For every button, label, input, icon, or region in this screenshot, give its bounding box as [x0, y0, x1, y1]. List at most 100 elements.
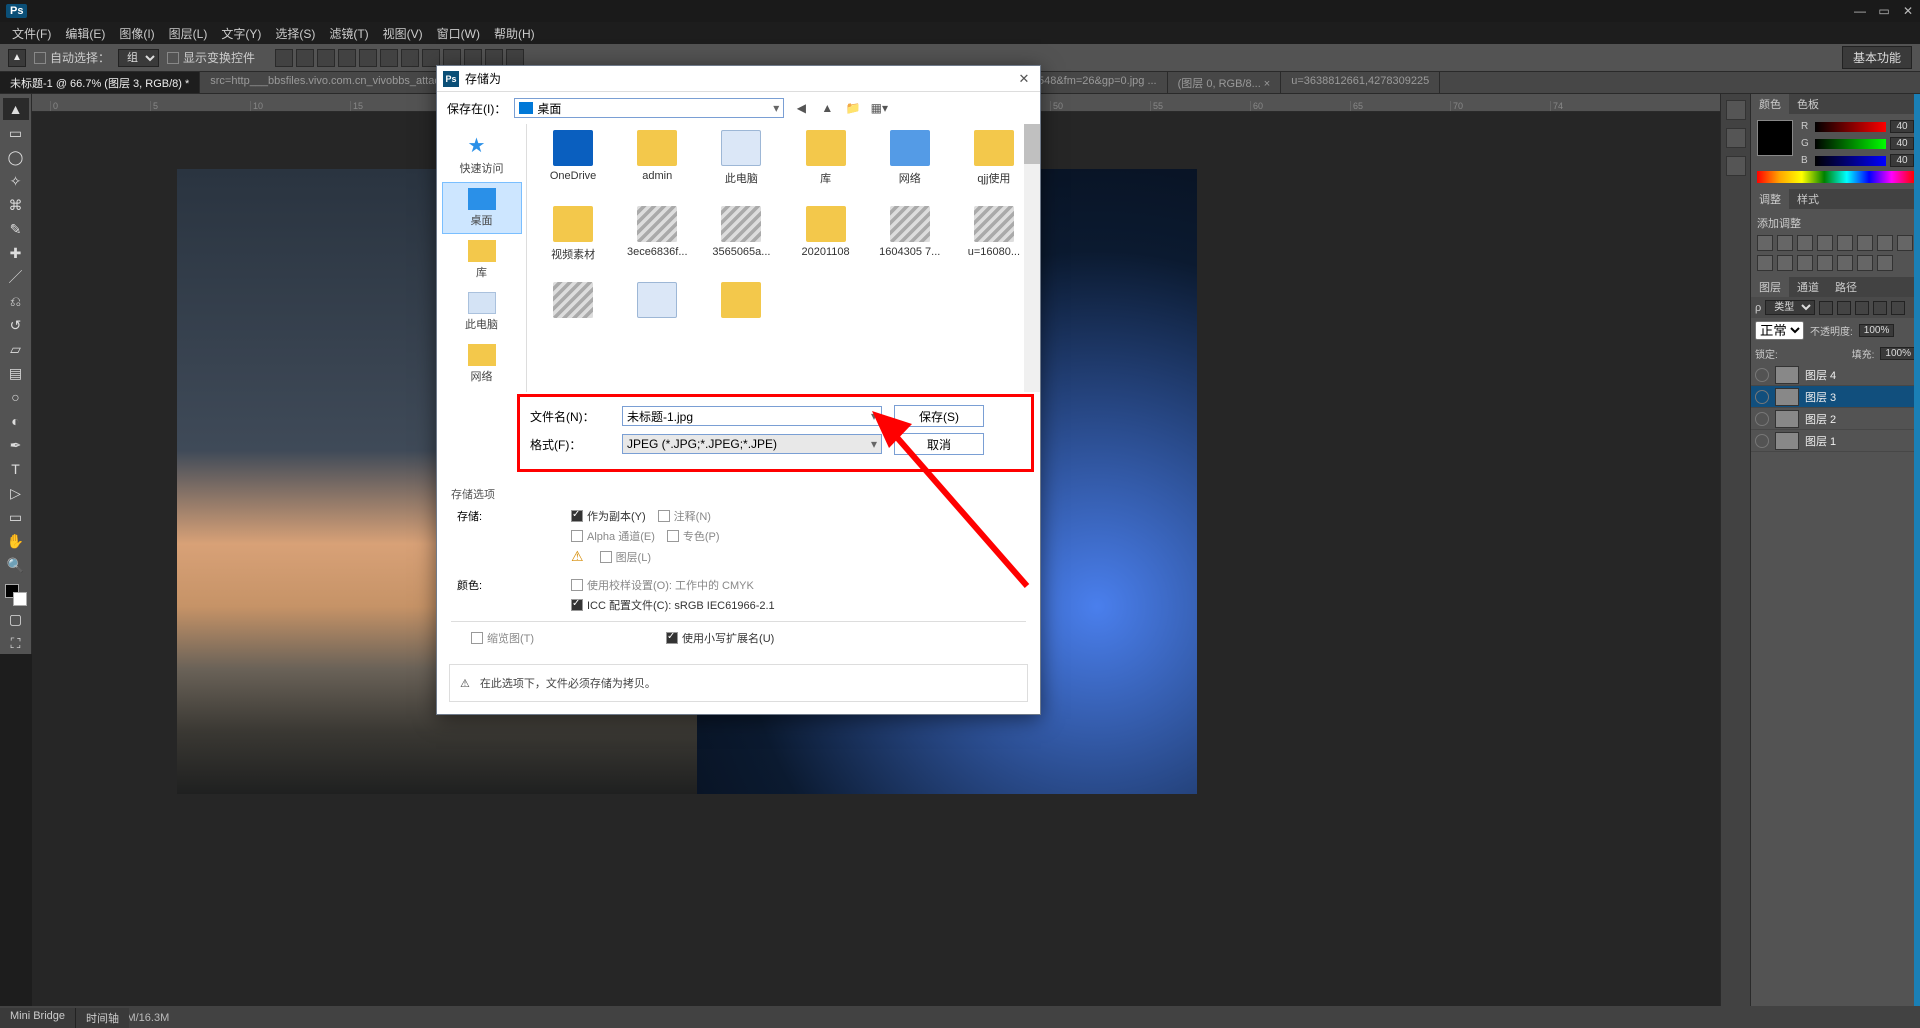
r-value[interactable]: 40	[1890, 120, 1914, 133]
file-item[interactable]: 1604305 7...	[870, 206, 950, 278]
color-swatch[interactable]	[5, 584, 27, 606]
file-item[interactable]: 20201108	[785, 206, 865, 278]
adjust-colorlookup-icon[interactable]	[1777, 255, 1793, 271]
eraser-tool-icon[interactable]: ▱	[3, 338, 29, 360]
place-thispc[interactable]: 此电脑	[442, 286, 522, 338]
history-brush-icon[interactable]: ↺	[3, 314, 29, 336]
zoom-tool-icon[interactable]: 🔍	[3, 554, 29, 576]
dodge-tool-icon[interactable]: ◐	[3, 410, 29, 432]
adjust-brightness-icon[interactable]	[1757, 235, 1773, 251]
layer-row[interactable]: 图层 4	[1751, 364, 1920, 386]
menu-select[interactable]: 选择(S)	[269, 23, 321, 44]
distribute-icon[interactable]	[506, 49, 524, 67]
view-icon[interactable]: ▦▾	[870, 99, 888, 117]
filename-input[interactable]: 未标题-1.jpg▾	[622, 406, 882, 426]
filter-icon[interactable]	[1819, 301, 1833, 315]
pen-tool-icon[interactable]: ✒	[3, 434, 29, 456]
menu-layer[interactable]: 图层(L)	[163, 23, 214, 44]
place-network[interactable]: 网络	[442, 338, 522, 390]
icc-checkbox[interactable]: ICC 配置文件(C): sRGB IEC61966-2.1	[571, 597, 775, 613]
shape-tool-icon[interactable]: ▭	[3, 506, 29, 528]
format-select[interactable]: JPEG (*.JPG;*.JPEG;*.JPE)▾	[622, 434, 882, 454]
adjust-invert-icon[interactable]	[1797, 255, 1813, 271]
menu-window[interactable]: 窗口(W)	[431, 23, 486, 44]
back-icon[interactable]: ◀	[792, 99, 810, 117]
lowercase-ext-checkbox[interactable]: 使用小写扩展名(U)	[666, 630, 774, 646]
file-item[interactable]: admin	[617, 130, 697, 202]
move-tool-icon[interactable]: ▲	[3, 98, 29, 120]
cancel-button[interactable]: 取消	[894, 433, 984, 455]
menu-type[interactable]: 文字(Y)	[215, 23, 267, 44]
tab-paths[interactable]: 路径	[1827, 277, 1865, 297]
adjust-exposure-icon[interactable]	[1817, 235, 1833, 251]
b-slider[interactable]	[1815, 156, 1886, 166]
distribute-icon[interactable]	[401, 49, 419, 67]
r-slider[interactable]	[1815, 122, 1886, 132]
adjust-bw-icon[interactable]	[1877, 235, 1893, 251]
file-item[interactable]	[617, 282, 697, 354]
type-tool-icon[interactable]: T	[3, 458, 29, 480]
filter-icon[interactable]	[1873, 301, 1887, 315]
adjust-photofilter-icon[interactable]	[1897, 235, 1913, 251]
filter-icon[interactable]	[1891, 301, 1905, 315]
tab-adjustments[interactable]: 调整	[1751, 189, 1789, 209]
crop-tool-icon[interactable]: ⌘	[3, 194, 29, 216]
hand-tool-icon[interactable]: ✋	[3, 530, 29, 552]
align-icon[interactable]	[275, 49, 293, 67]
screenmode-icon[interactable]: ⛶	[3, 632, 29, 654]
tab-channels[interactable]: 通道	[1789, 277, 1827, 297]
layer-filter-kind[interactable]: 类型	[1765, 300, 1815, 315]
tab-timeline[interactable]: 时间轴	[76, 1008, 129, 1028]
hue-strip[interactable]	[1757, 171, 1914, 183]
gradient-tool-icon[interactable]: ▤	[3, 362, 29, 384]
place-quickaccess[interactable]: ★快速访问	[442, 130, 522, 182]
file-item[interactable]: qjj使用	[954, 130, 1034, 202]
distribute-icon[interactable]	[443, 49, 461, 67]
stamp-tool-icon[interactable]: ⎌	[3, 290, 29, 312]
adjust-levels-icon[interactable]	[1777, 235, 1793, 251]
visibility-icon[interactable]	[1755, 434, 1769, 448]
maximize-icon[interactable]: ▭	[1872, 2, 1896, 20]
auto-select-target[interactable]: 组	[118, 49, 159, 67]
distribute-icon[interactable]	[485, 49, 503, 67]
opacity-value[interactable]: 100%	[1859, 324, 1895, 337]
doc-tab[interactable]: 未标题-1 @ 66.7% (图层 3, RGB/8) *	[0, 72, 200, 93]
up-icon[interactable]: ▲	[818, 99, 836, 117]
filter-icon[interactable]	[1837, 301, 1851, 315]
file-grid[interactable]: OneDrive admin 此电脑 库 网络 qjj使用 视频素材 3ece6…	[527, 124, 1040, 392]
blur-tool-icon[interactable]: ○	[3, 386, 29, 408]
layer-row[interactable]: 图层 3	[1751, 386, 1920, 408]
align-icon[interactable]	[338, 49, 356, 67]
layer-row[interactable]: 图层 1	[1751, 430, 1920, 452]
file-item[interactable]: u=16080...	[954, 206, 1034, 278]
location-combo[interactable]: 桌面 ▾	[514, 98, 784, 118]
path-tool-icon[interactable]: ▷	[3, 482, 29, 504]
heal-tool-icon[interactable]: ✚	[3, 242, 29, 264]
new-folder-icon[interactable]: 📁	[844, 99, 862, 117]
history-panel-icon[interactable]	[1726, 100, 1746, 120]
properties-panel-icon[interactable]	[1726, 156, 1746, 176]
file-item[interactable]: 库	[785, 130, 865, 202]
tab-minibridge[interactable]: Mini Bridge	[0, 1008, 76, 1028]
adjust-curves-icon[interactable]	[1797, 235, 1813, 251]
file-item[interactable]: 3ece6836f...	[617, 206, 697, 278]
file-item[interactable]: 网络	[870, 130, 950, 202]
dialog-close-icon[interactable]: ✕	[1014, 69, 1034, 89]
move-tool-icon[interactable]: ▲	[8, 49, 26, 67]
actions-panel-icon[interactable]	[1726, 128, 1746, 148]
file-item[interactable]: OneDrive	[533, 130, 613, 202]
menu-view[interactable]: 视图(V)	[377, 23, 429, 44]
visibility-icon[interactable]	[1755, 368, 1769, 382]
file-item[interactable]	[701, 282, 781, 354]
adjust-vibrance-icon[interactable]	[1837, 235, 1853, 251]
save-button[interactable]: 保存(S)	[894, 405, 984, 427]
place-desktop[interactable]: 桌面	[442, 182, 522, 234]
minimize-icon[interactable]: —	[1848, 2, 1872, 20]
file-item[interactable]: 此电脑	[701, 130, 781, 202]
menu-edit[interactable]: 编辑(E)	[59, 23, 111, 44]
distribute-icon[interactable]	[464, 49, 482, 67]
g-value[interactable]: 40	[1890, 137, 1914, 150]
distribute-icon[interactable]	[422, 49, 440, 67]
foreground-swatch[interactable]	[1757, 120, 1793, 156]
filter-icon[interactable]	[1855, 301, 1869, 315]
